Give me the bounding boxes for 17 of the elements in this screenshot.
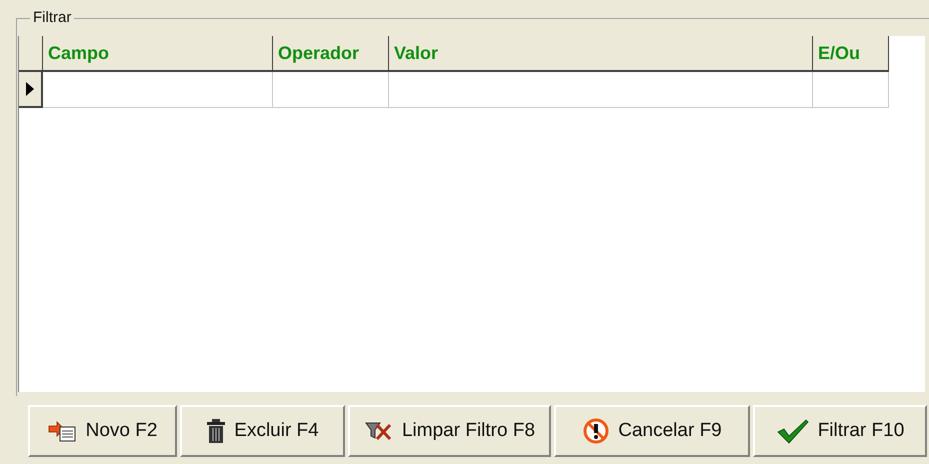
action-button[interactable]: Novo F2 [28, 405, 177, 457]
action-button[interactable]: Filtrar F10 [753, 405, 927, 457]
table-cell[interactable] [389, 72, 813, 108]
table-cell[interactable] [813, 72, 889, 108]
check-mark-icon [776, 418, 810, 444]
table-cell[interactable] [43, 72, 273, 108]
action-button[interactable]: Limpar Filtro F8 [348, 405, 551, 457]
action-button[interactable]: Excluir F4 [180, 405, 345, 457]
current-row-icon [25, 81, 35, 97]
table-cell[interactable] [273, 72, 389, 108]
action-button[interactable]: Cancelar F9 [554, 405, 750, 457]
new-document-icon [48, 419, 78, 443]
row-indicator[interactable] [19, 72, 43, 108]
funnel-cross-icon [364, 420, 394, 442]
header-corner [19, 36, 43, 72]
cancel-icon [582, 417, 610, 445]
trash-can-icon [206, 418, 226, 444]
